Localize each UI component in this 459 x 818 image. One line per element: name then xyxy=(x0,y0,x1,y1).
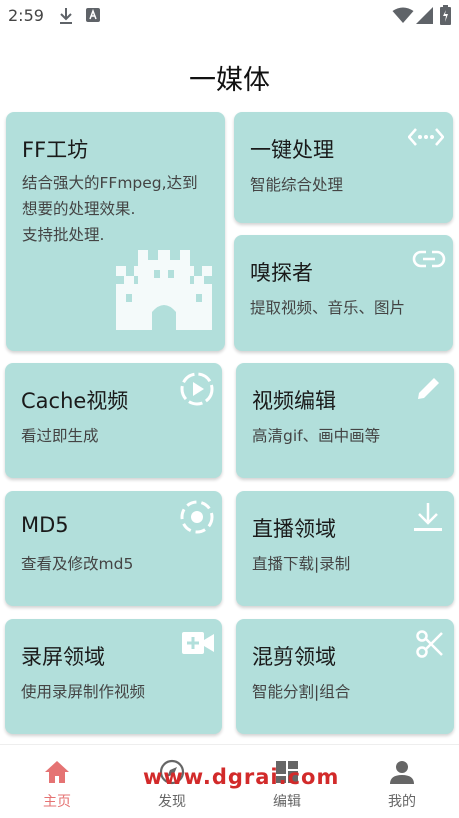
live-card[interactable]: 直播领域 直播下载|录制 xyxy=(236,491,454,606)
person-icon xyxy=(390,761,414,784)
md5-card[interactable]: MD5 查看及修改md5 xyxy=(5,491,222,606)
card-description: 直播下载|录制 xyxy=(252,555,351,573)
screen-record-card[interactable]: 录屏领域 使用录屏制作视频 xyxy=(5,619,222,734)
nav-label: 发现 xyxy=(158,794,186,810)
card-description: 高清gif、画中画等 xyxy=(252,427,381,445)
notification-a-icon xyxy=(86,8,100,22)
card-description: 看过即生成 xyxy=(21,427,99,445)
card-title: 录屏领域 xyxy=(21,645,105,669)
nav-mine[interactable]: 我的 xyxy=(345,745,459,818)
target-icon xyxy=(180,500,214,534)
download-icon xyxy=(414,503,442,531)
nav-home[interactable]: 主页 xyxy=(0,745,114,818)
page-title: 一媒体 xyxy=(189,65,270,96)
cache-video-card[interactable]: Cache视频 看过即生成 xyxy=(5,363,222,478)
status-bar: 2:59 xyxy=(0,0,459,32)
pencil-icon xyxy=(418,378,439,399)
card-title: FF工坊 xyxy=(22,138,89,162)
card-title: Cache视频 xyxy=(21,389,129,413)
scissors-icon xyxy=(416,630,443,658)
nav-label: 我的 xyxy=(388,794,416,810)
download-icon xyxy=(60,8,72,24)
one-click-card[interactable]: 一键处理 智能综合处理 xyxy=(234,112,453,223)
nav-label: 主页 xyxy=(43,794,71,810)
play-circle-icon xyxy=(180,372,214,406)
battery-icon xyxy=(440,5,451,25)
mix-cut-card[interactable]: 混剪领域 智能分割|组合 xyxy=(236,619,454,734)
wifi-icon xyxy=(392,7,414,23)
watermark-text: www.dgrai.com xyxy=(143,765,340,789)
video-edit-card[interactable]: 视频编辑 高清gif、画中画等 xyxy=(236,363,454,478)
castle-icon xyxy=(116,250,212,330)
link-icon xyxy=(412,250,446,268)
card-title: 嗅探者 xyxy=(250,261,313,285)
signal-icon xyxy=(416,7,433,24)
status-time: 2:59 xyxy=(8,6,44,25)
video-camera-icon xyxy=(182,632,214,654)
card-title: 一键处理 xyxy=(250,138,334,162)
card-description: 使用录屏制作视频 xyxy=(21,683,146,701)
sniffer-card[interactable]: 嗅探者 提取视频、音乐、图片 xyxy=(234,235,453,351)
ff-workshop-card[interactable]: FF工坊 结合强大的FFmpeg,达到 想要的处理效果. 支持批处理. xyxy=(6,112,225,351)
card-description: 结合强大的FFmpeg,达到 想要的处理效果. 支持批处理. xyxy=(22,174,198,244)
card-description: 提取视频、音乐、图片 xyxy=(250,299,406,317)
card-title: 直播领域 xyxy=(252,517,336,541)
card-title: 混剪领域 xyxy=(252,645,336,669)
card-description: 智能综合处理 xyxy=(250,176,344,194)
code-dots-icon xyxy=(408,128,444,146)
card-title: 视频编辑 xyxy=(252,389,336,413)
card-description: 智能分割|组合 xyxy=(252,683,351,701)
home-icon xyxy=(45,761,69,783)
nav-label: 编辑 xyxy=(273,794,301,810)
card-title: MD5 xyxy=(21,513,69,537)
card-description: 查看及修改md5 xyxy=(21,555,134,573)
